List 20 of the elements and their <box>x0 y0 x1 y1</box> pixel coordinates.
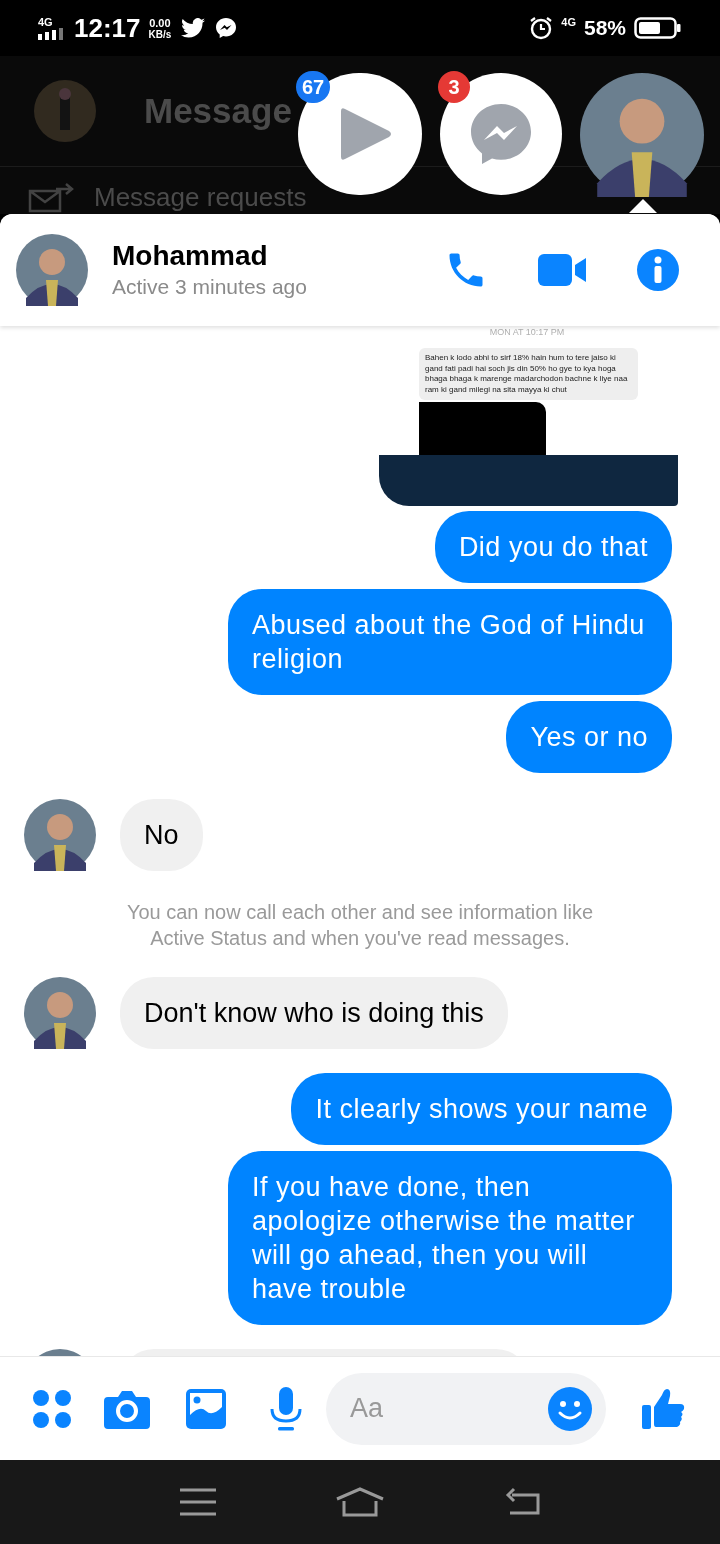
message-bubble: Abused about the God of Hindu religion <box>228 589 672 695</box>
timestamp: MON AT 10:17 PM <box>489 327 565 338</box>
battery-percent: 58% <box>583 15 626 42</box>
message-bubble: No <box>120 799 203 871</box>
message-field[interactable]: Aa <box>326 1372 606 1445</box>
message-bubble: Don't know who is doing this <box>120 977 508 1049</box>
message-text: Bahen k lodo abhi to sirf 18% hain hum to tere jaiso ki gand fati padi hai soch jis din 50% ho gye to kya hoga bhaga bhaga k marenge madarchodon bachne k liye naa ram ki gand milegi na sita mayya ki chut <box>419 348 638 400</box>
message-bubble: It clearly shows your name <box>291 1073 672 1145</box>
speed-value: 0.00 <box>149 16 171 29</box>
contact-name: Mohammad <box>112 239 269 273</box>
network-label: 4G <box>38 16 53 28</box>
screen-title: Message <box>144 89 292 132</box>
message-bubble: Yes or no <box>506 701 672 773</box>
active-status: Active 3 minutes ago <box>112 274 308 300</box>
message-bubble: If you have done, then apologize otherwise the matter will go ahead, then you will have trouble <box>228 1151 672 1325</box>
network-label: 4G <box>561 15 576 30</box>
speed-unit: KB/s <box>148 28 172 40</box>
message-bubble: Did you do that <box>434 511 672 583</box>
clock-time: 12:17 <box>74 11 141 45</box>
info-text: You can now call each other and see information like Active Status and when you've read messages. <box>125 900 595 951</box>
